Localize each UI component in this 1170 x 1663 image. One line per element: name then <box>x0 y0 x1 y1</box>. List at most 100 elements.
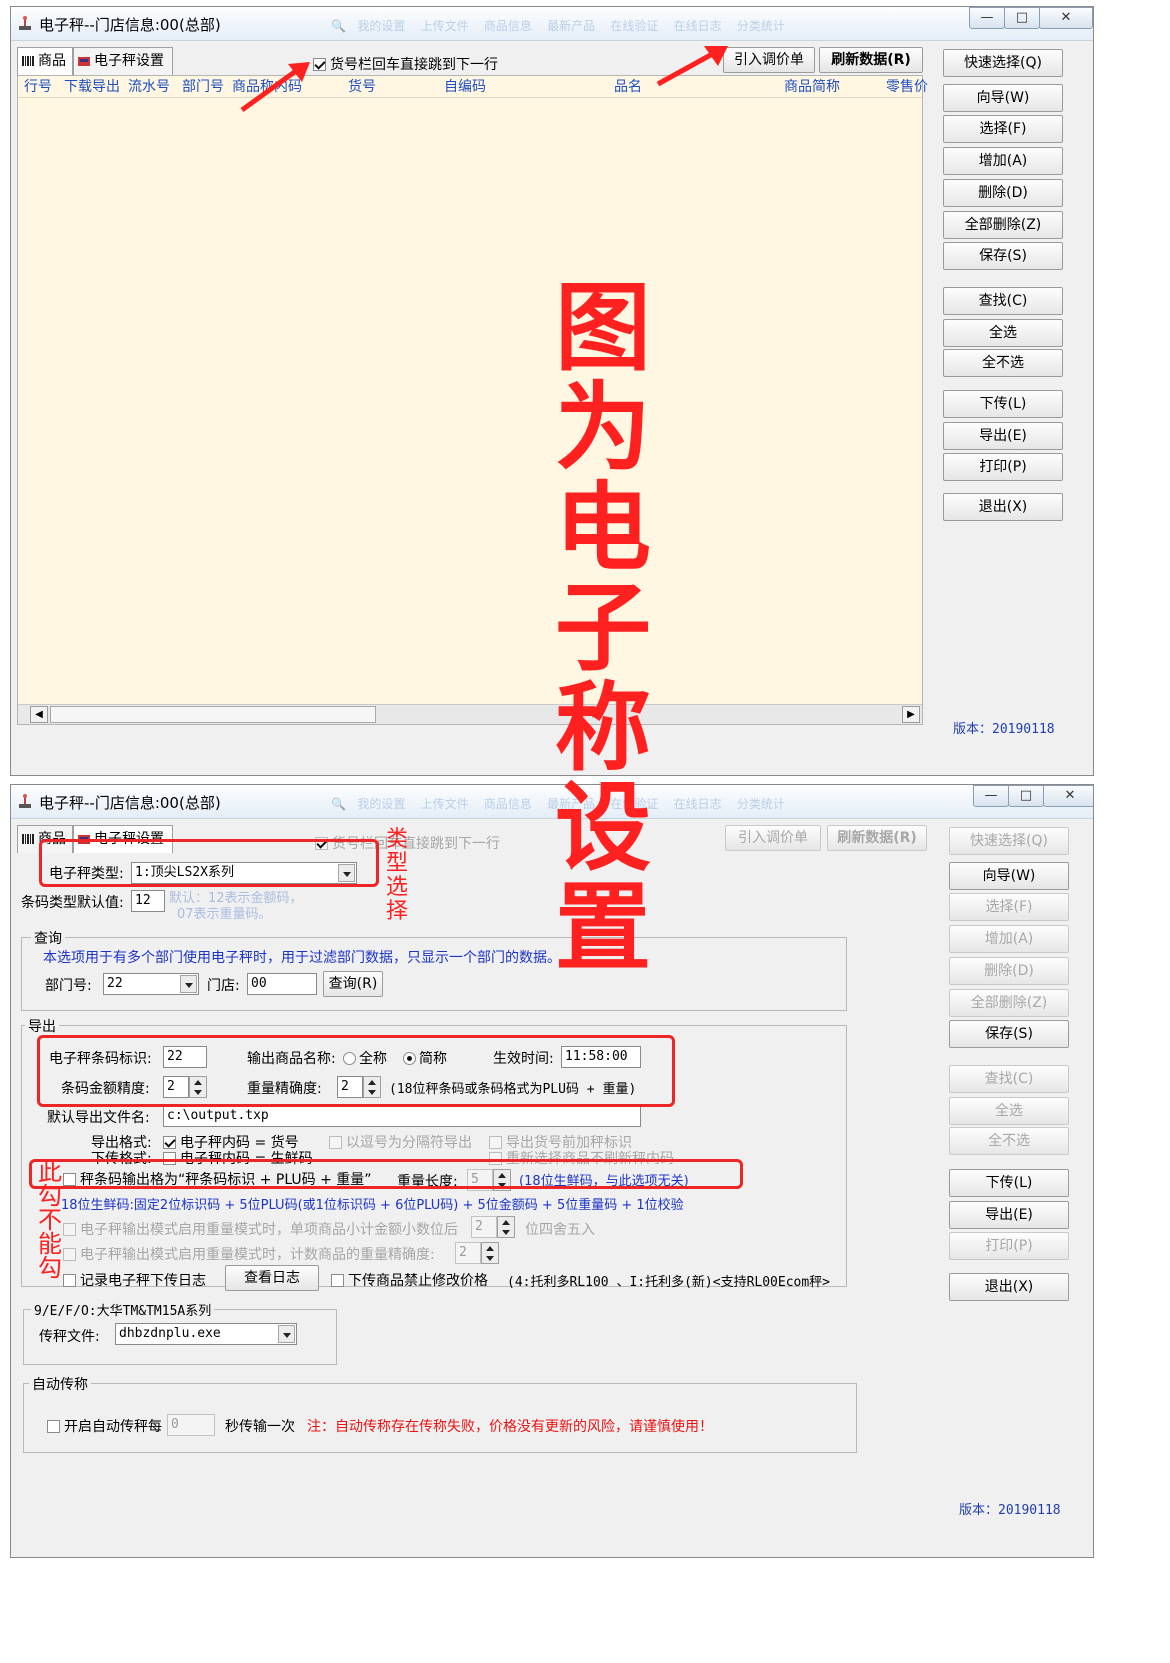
store-input[interactable]: 00 <box>247 973 317 995</box>
version-label: 版本：20190118 <box>959 1503 1061 1518</box>
tab-scale-settings[interactable]: 电子秤设置 <box>73 47 173 75</box>
delete-button: 删除(D) <box>949 957 1069 985</box>
no-check-note: 此勾不能勾 <box>38 1158 62 1282</box>
column-header[interactable]: 行号 <box>24 76 52 96</box>
wizard-button[interactable]: 向导(W) <box>949 862 1069 890</box>
barcode-icon <box>22 56 34 66</box>
goods-grid[interactable]: 行号 下载导出 流水号 部门号 商品称内码 货号 自编码 品名 商品简称 零售价… <box>17 75 928 725</box>
quick-select-button[interactable]: 快速选择(Q) <box>943 49 1063 77</box>
chevron-down-icon[interactable] <box>180 975 197 993</box>
add-button[interactable]: 增加(A) <box>943 147 1063 175</box>
scale-app-icon <box>19 794 31 808</box>
close-button[interactable]: ✕ <box>1039 7 1093 29</box>
dept-select[interactable]: 22 <box>103 973 199 995</box>
select-button: 选择(F) <box>949 893 1069 921</box>
barcode-default-hint-2: 07表示重量码。 <box>177 907 272 922</box>
scroll-right-arrow[interactable]: ▶ <box>902 706 920 723</box>
export-button[interactable]: 导出(E) <box>943 422 1063 450</box>
auto-transmit-option[interactable]: 开启自动传秤每 <box>47 1416 162 1436</box>
column-header[interactable]: 货号 <box>348 76 376 96</box>
auto-interval-input: 0 <box>167 1414 215 1436</box>
view-log-button[interactable]: 查看日志 <box>225 1265 319 1291</box>
chevron-down-icon[interactable] <box>278 1325 295 1343</box>
export-group-title: 导出 <box>25 1016 59 1036</box>
select-none-button[interactable]: 全不选 <box>943 349 1063 377</box>
count-weight-checkbox <box>63 1248 76 1261</box>
log-checkbox[interactable] <box>63 1274 76 1287</box>
exit-button[interactable]: 退出(X) <box>949 1273 1069 1301</box>
export-file-input[interactable]: c:\output.txp <box>163 1105 641 1127</box>
scale-app-icon <box>19 16 31 30</box>
count-weight-option: 电子秤输出模式启用重量模式时，计数商品的重量精确度: <box>63 1244 435 1264</box>
find-button: 查找(C) <box>949 1065 1069 1093</box>
auto-interval-suffix: 秒传输一次 <box>225 1419 295 1435</box>
minimize-button[interactable]: — <box>969 7 1005 29</box>
enter-jump-option[interactable]: 货号栏回车直接跳到下一行 <box>313 54 498 74</box>
dahua-file-value: dhbzdnplu.exe <box>119 1326 221 1341</box>
fresh-code-description: 18位生鲜码:固定2位标识码 + 5位PLU码(或1位标识码 + 6位PLU码)… <box>61 1198 684 1213</box>
subtotal-decimal-input: 2 <box>471 1216 497 1238</box>
forbid-price-option[interactable]: 下传商品禁止修改价格 <box>331 1270 488 1290</box>
scale-settings-icon <box>78 57 90 66</box>
column-header[interactable]: 品名 <box>614 76 642 96</box>
delete-all-button: 全部删除(Z) <box>949 989 1069 1017</box>
subtotal-decimal-label: 电子秤输出模式启用重量模式时，单项商品小计金额小数位后 <box>80 1222 458 1238</box>
tab-goods[interactable]: 商品 <box>17 47 73 75</box>
column-header[interactable]: 商品简称 <box>784 76 840 96</box>
dahua-file-select[interactable]: dhbzdnplu.exe <box>115 1323 297 1345</box>
tab-scale-settings-label: 电子秤设置 <box>94 53 164 69</box>
export-settings-highlight <box>37 1035 675 1107</box>
horizontal-scrollbar[interactable]: ◀ ▶ <box>18 704 922 724</box>
export-file-label: 默认导出文件名: <box>47 1110 150 1126</box>
refresh-data-button[interactable]: 刷新数据(R) <box>819 47 923 73</box>
export-button[interactable]: 导出(E) <box>949 1201 1069 1229</box>
save-button[interactable]: 保存(S) <box>949 1020 1069 1048</box>
print-button: 打印(P) <box>949 1232 1069 1260</box>
tab-strip: 商品 电子秤设置 <box>17 47 217 75</box>
maximize-button[interactable]: □ <box>1004 7 1040 29</box>
save-button[interactable]: 保存(S) <box>943 242 1063 270</box>
import-price-adjust-button[interactable]: 引入调价单 <box>723 47 815 73</box>
count-weight-stepper <box>481 1242 499 1264</box>
version-label: 版本：20190118 <box>953 722 1055 737</box>
comma-sep-option: 以逗号为分隔符导出 <box>329 1132 472 1152</box>
column-header[interactable]: 自编码 <box>444 76 486 96</box>
arrow-annotation-icon <box>240 62 310 113</box>
select-button[interactable]: 选择(F) <box>943 115 1063 143</box>
barcode-icon <box>22 834 34 844</box>
find-button[interactable]: 查找(C) <box>943 287 1063 315</box>
download-button[interactable]: 下传(L) <box>949 1169 1069 1197</box>
minimize-button[interactable]: — <box>973 785 1009 807</box>
print-button[interactable]: 打印(P) <box>943 453 1063 481</box>
tab-goods-label: 商品 <box>38 53 66 69</box>
subtotal-decimal-option: 电子秤输出模式启用重量模式时，单项商品小计金额小数位后 <box>63 1219 458 1239</box>
delete-button[interactable]: 删除(D) <box>943 179 1063 207</box>
column-header[interactable]: 下载导出 <box>64 76 120 96</box>
log-label: 记录电子秤下传日志 <box>80 1273 206 1289</box>
log-option[interactable]: 记录电子秤下传日志 <box>63 1270 206 1290</box>
wizard-button[interactable]: 向导(W) <box>943 84 1063 112</box>
refresh-data-button: 刷新数据(R) <box>827 825 927 851</box>
column-header[interactable]: 流水号 <box>128 76 170 96</box>
forbid-price-checkbox[interactable] <box>331 1274 344 1287</box>
column-header[interactable]: 零售价 <box>886 76 928 96</box>
maximize-button[interactable]: □ <box>1008 785 1044 807</box>
select-all-button[interactable]: 全选 <box>943 319 1063 347</box>
dahua-file-label: 传秤文件: <box>39 1329 100 1345</box>
import-price-adjust-button: 引入调价单 <box>725 825 821 851</box>
exit-button[interactable]: 退出(X) <box>943 493 1063 521</box>
column-header[interactable]: 部门号 <box>182 76 224 96</box>
grid-header: 行号 下载导出 流水号 部门号 商品称内码 货号 自编码 品名 商品简称 零售价 <box>18 76 928 98</box>
query-button[interactable]: 查询(R) <box>323 971 383 997</box>
scroll-left-arrow[interactable]: ◀ <box>30 706 48 723</box>
download-button[interactable]: 下传(L) <box>943 390 1063 418</box>
barcode-default-input[interactable]: 12 <box>131 890 165 912</box>
plu-format-highlight <box>29 1159 743 1189</box>
subtotal-decimal-checkbox <box>63 1223 76 1236</box>
auto-transmit-warning: 注：自动传称存在传称失败，价格没有更新的风险，请谨慎使用！ <box>307 1419 713 1435</box>
delete-all-button[interactable]: 全部删除(Z) <box>943 211 1063 239</box>
auto-transmit-checkbox[interactable] <box>47 1420 60 1433</box>
query-description: 本选项用于有多个部门使用电子秤时，用于过滤部门数据，只显示一个部门的数据。 <box>43 950 561 966</box>
scroll-thumb[interactable] <box>50 706 376 723</box>
close-button[interactable]: ✕ <box>1043 785 1093 807</box>
